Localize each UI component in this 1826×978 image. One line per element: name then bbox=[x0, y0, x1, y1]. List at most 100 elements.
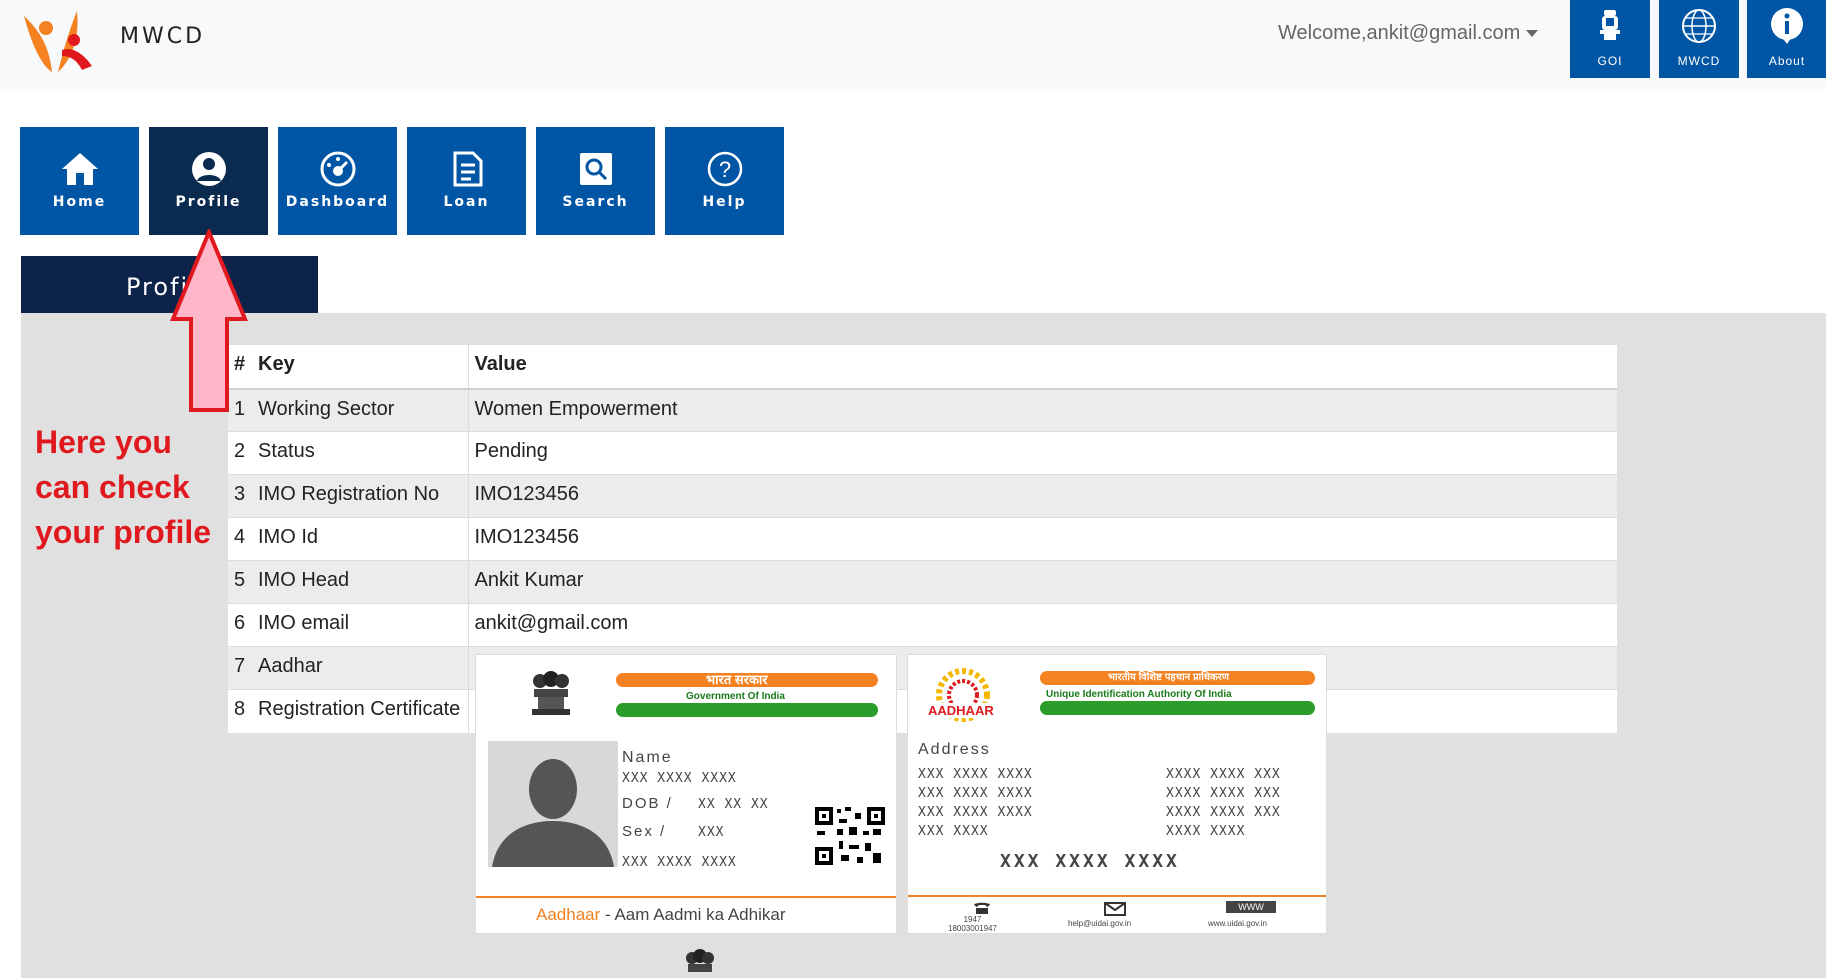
dob-value: XX XX XX bbox=[698, 797, 769, 812]
nav-dashboard[interactable]: Dashboard bbox=[278, 127, 397, 235]
phone-text: 1947 18003001947 bbox=[948, 915, 997, 933]
uidai-label: Unique Identification Authority Of India bbox=[1046, 689, 1232, 700]
uidai-hindi: भारतीय विशिष्ट पहचान प्राधिकरण bbox=[1108, 672, 1230, 683]
annotation-line: can check bbox=[35, 469, 190, 505]
row-value: Ankit Kumar bbox=[468, 560, 1617, 604]
aadhar-number-back: XXX XXXX XXXX bbox=[1000, 851, 1180, 872]
row-index: 4 bbox=[228, 517, 252, 561]
row-value: IMO123456 bbox=[468, 474, 1617, 518]
footer-tagline: - Aam Aadmi ka Adhikar bbox=[600, 905, 786, 924]
nav-label: Home bbox=[52, 194, 107, 210]
address-line: XXX XXXX XXXX bbox=[918, 767, 1033, 782]
svg-text:?: ? bbox=[719, 157, 731, 182]
address-line: XXXX XXXX XXX bbox=[1166, 805, 1281, 820]
table-row: 1 Working Sector Women Empowerment bbox=[228, 388, 1617, 432]
row-key: Registration Certificate bbox=[252, 689, 469, 733]
address-line: XXXX XXXX XXX bbox=[1166, 767, 1281, 782]
mwcd-label: MWCD bbox=[1677, 54, 1721, 68]
user-menu-dropdown[interactable]: Welcome,ankit@gmail.com bbox=[1278, 22, 1539, 45]
table-row: 6 IMO email ankit@gmail.com bbox=[228, 603, 1617, 647]
row-index: 8 bbox=[228, 689, 252, 733]
row-index: 2 bbox=[228, 431, 252, 475]
info-icon bbox=[1771, 8, 1803, 44]
emblem-icon bbox=[1600, 10, 1620, 40]
address-line: XXX XXXX XXXX bbox=[918, 786, 1033, 801]
table-row: 2 Status Pending bbox=[228, 431, 1617, 475]
certificate-emblem-icon bbox=[686, 949, 714, 972]
sex-value: XXX bbox=[698, 825, 725, 840]
aadhar-card-back[interactable]: AADHAAR भारतीय विशिष्ट पहचान प्राधिकरण U… bbox=[907, 654, 1327, 934]
nav-help[interactable]: ? Help bbox=[665, 127, 784, 235]
dob-label: DOB / bbox=[622, 795, 673, 812]
row-value: IMO123456 bbox=[468, 517, 1617, 561]
nav-label: Dashboard bbox=[285, 194, 390, 210]
website-text: www.uidai.gov.in bbox=[1208, 919, 1267, 928]
search-icon bbox=[580, 153, 612, 185]
table-row: 5 IMO Head Ankit Kumar bbox=[228, 560, 1617, 604]
address-line: XXX XXXX bbox=[918, 824, 989, 839]
globe-icon bbox=[1682, 9, 1716, 43]
person-silhouette-icon bbox=[492, 759, 614, 867]
mwcd-button[interactable]: MWCD bbox=[1659, 0, 1739, 78]
help-icon: ? bbox=[707, 151, 743, 187]
row-key: Aadhar bbox=[252, 646, 469, 690]
table-header-row: # Key Value bbox=[228, 344, 1617, 390]
row-value: ankit@gmail.com bbox=[468, 603, 1617, 647]
row-index: 7 bbox=[228, 646, 252, 690]
address-line: XXX XXXX XXXX bbox=[918, 805, 1033, 820]
row-value: Pending bbox=[468, 431, 1617, 475]
aadhar-number: XXX XXXX XXXX bbox=[622, 855, 737, 870]
nav-label: Help bbox=[702, 194, 747, 210]
national-emblem-icon bbox=[532, 671, 570, 715]
card-footer: Aadhaar - Aam Aadmi ka Adhikar bbox=[536, 905, 785, 925]
gov-hindi: भारत सरकार bbox=[706, 672, 768, 687]
row-key: Working Sector bbox=[252, 388, 469, 432]
name-value: XXX XXXX XXXX bbox=[622, 771, 737, 786]
nav-home[interactable]: Home bbox=[20, 127, 139, 235]
qr-code-icon bbox=[813, 805, 887, 867]
goi-button[interactable]: GOI bbox=[1570, 0, 1650, 78]
nav-label: Search bbox=[562, 194, 629, 210]
annotation-line: your profile bbox=[35, 514, 212, 550]
aadhar-card-front[interactable]: भारत सरकार Government Of India Name XXX … bbox=[475, 654, 897, 934]
nav-label: Loan bbox=[443, 194, 490, 210]
header-key: Key bbox=[252, 344, 469, 390]
table-row: 3 IMO Registration No IMO123456 bbox=[228, 474, 1617, 518]
about-button[interactable]: About bbox=[1747, 0, 1826, 78]
name-label: Name bbox=[622, 749, 673, 766]
caret-down-icon bbox=[1526, 30, 1539, 38]
gov-label: Government Of India bbox=[686, 691, 785, 702]
user-icon bbox=[192, 152, 226, 186]
nav-label: Profile bbox=[175, 194, 242, 210]
footer-brand: Aadhaar bbox=[536, 905, 601, 924]
document-icon bbox=[453, 151, 483, 187]
photo-placeholder bbox=[488, 741, 618, 867]
www-badge: WWW bbox=[1226, 901, 1276, 913]
address-line: XXXX XXXX bbox=[1166, 824, 1246, 839]
row-key: IMO Id bbox=[252, 517, 469, 561]
home-icon bbox=[62, 153, 98, 185]
row-key: IMO Head bbox=[252, 560, 469, 604]
row-key: Status bbox=[252, 431, 469, 475]
goi-label: GOI bbox=[1597, 54, 1623, 68]
dashboard-icon bbox=[320, 151, 356, 187]
row-index: 3 bbox=[228, 474, 252, 518]
mail-icon bbox=[1104, 902, 1126, 916]
mwcd-logo[interactable] bbox=[22, 6, 97, 76]
table-row: 4 IMO Id IMO123456 bbox=[228, 517, 1617, 561]
nav-loan[interactable]: Loan bbox=[407, 127, 526, 235]
header-value: Value bbox=[468, 344, 1617, 390]
about-label: About bbox=[1768, 54, 1806, 68]
sex-label: Sex / bbox=[622, 823, 667, 840]
row-key: IMO email bbox=[252, 603, 469, 647]
nav-search[interactable]: Search bbox=[536, 127, 655, 235]
row-key: IMO Registration No bbox=[252, 474, 469, 518]
annotation-text: Here you can check your profile bbox=[35, 420, 235, 555]
top-navbar: MWCD Welcome,ankit@gmail.com GOI MWCD Ab… bbox=[0, 0, 1826, 89]
brand-name[interactable]: MWCD bbox=[120, 24, 205, 49]
address-label: Address bbox=[918, 741, 991, 758]
aadhaar-logo-text: AADHAAR bbox=[926, 703, 996, 718]
row-index: 6 bbox=[228, 603, 252, 647]
help-email: help@uidai.gov.in bbox=[1068, 919, 1132, 928]
nav-profile[interactable]: Profile bbox=[149, 127, 268, 235]
